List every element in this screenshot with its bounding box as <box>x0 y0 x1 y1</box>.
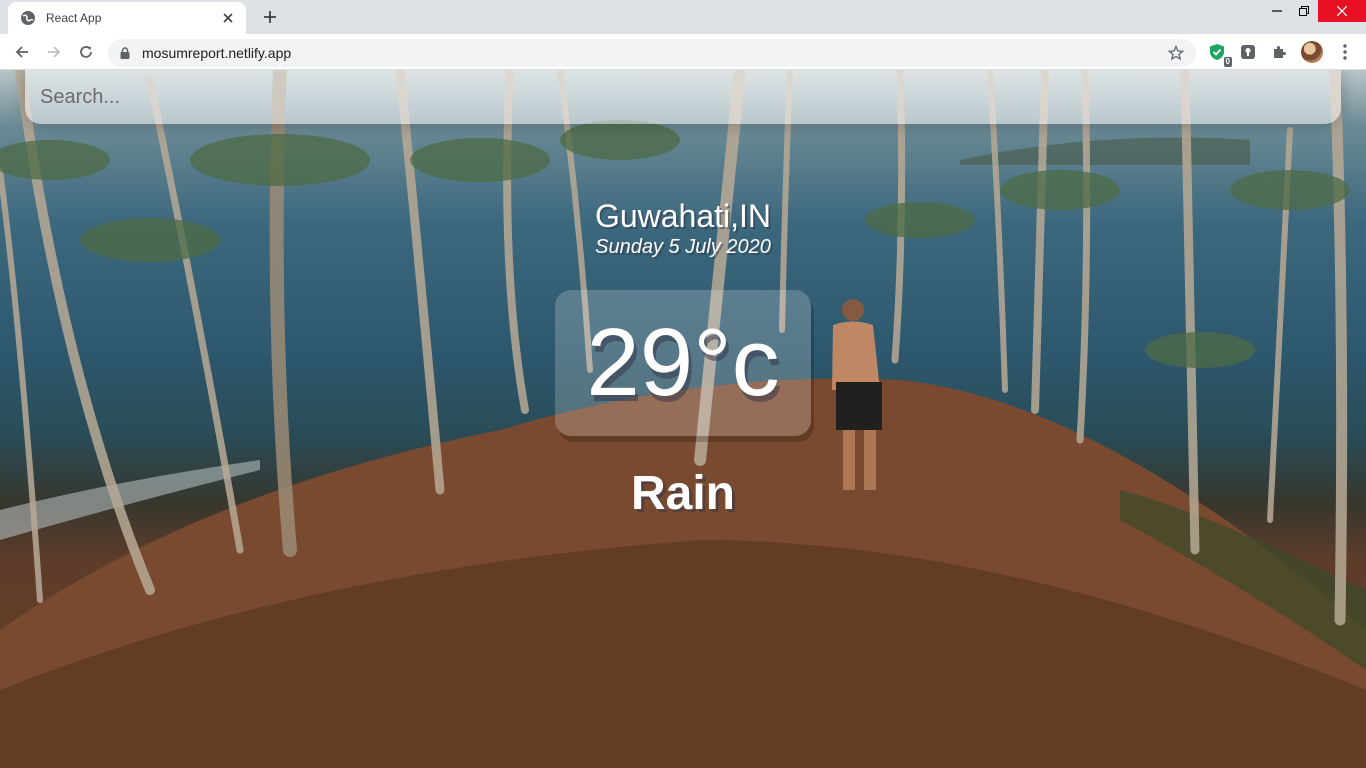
tab-strip: React App <box>0 0 1366 34</box>
new-tab-button[interactable] <box>258 6 282 28</box>
tab-title: React App <box>46 11 102 25</box>
kebab-menu-icon[interactable] <box>1334 41 1356 63</box>
temperature-value: 29°c <box>586 309 780 416</box>
tab-close-icon[interactable] <box>220 10 236 26</box>
minimize-button[interactable] <box>1262 0 1292 22</box>
profile-avatar[interactable] <box>1301 41 1323 63</box>
back-arrow-icon[interactable] <box>10 40 34 64</box>
address-bar[interactable]: mosumreport.netlify.app <box>108 39 1196 67</box>
globe-icon <box>20 10 36 26</box>
lock-icon <box>120 47 132 59</box>
window-close-button[interactable] <box>1318 0 1366 22</box>
browser-toolbar: mosumreport.netlify.app 0 <box>0 34 1366 70</box>
location-label: Guwahati,IN <box>594 198 772 234</box>
date-label: Sunday 5 July 2020 <box>595 236 771 258</box>
forward-arrow-icon[interactable] <box>42 40 66 64</box>
weather-condition: Rain <box>630 467 735 520</box>
bookmark-star-icon[interactable] <box>1166 43 1186 63</box>
extension-badge: 0 <box>1223 57 1232 67</box>
restore-button[interactable] <box>1290 0 1318 22</box>
reload-icon[interactable] <box>74 40 98 64</box>
browser-tab[interactable]: React App <box>8 2 246 34</box>
weather-page: Guwahati,IN Sunday 5 July 2020 29°c Rain <box>0 70 1366 768</box>
shield-check-extension-icon[interactable]: 0 <box>1206 41 1232 67</box>
temperature-box: 29°c <box>555 290 811 436</box>
puzzle-extensions-icon[interactable] <box>1268 41 1290 63</box>
search-input[interactable] <box>25 70 1341 124</box>
keyhole-extension-icon[interactable] <box>1237 41 1259 63</box>
url-text: mosumreport.netlify.app <box>142 45 292 61</box>
